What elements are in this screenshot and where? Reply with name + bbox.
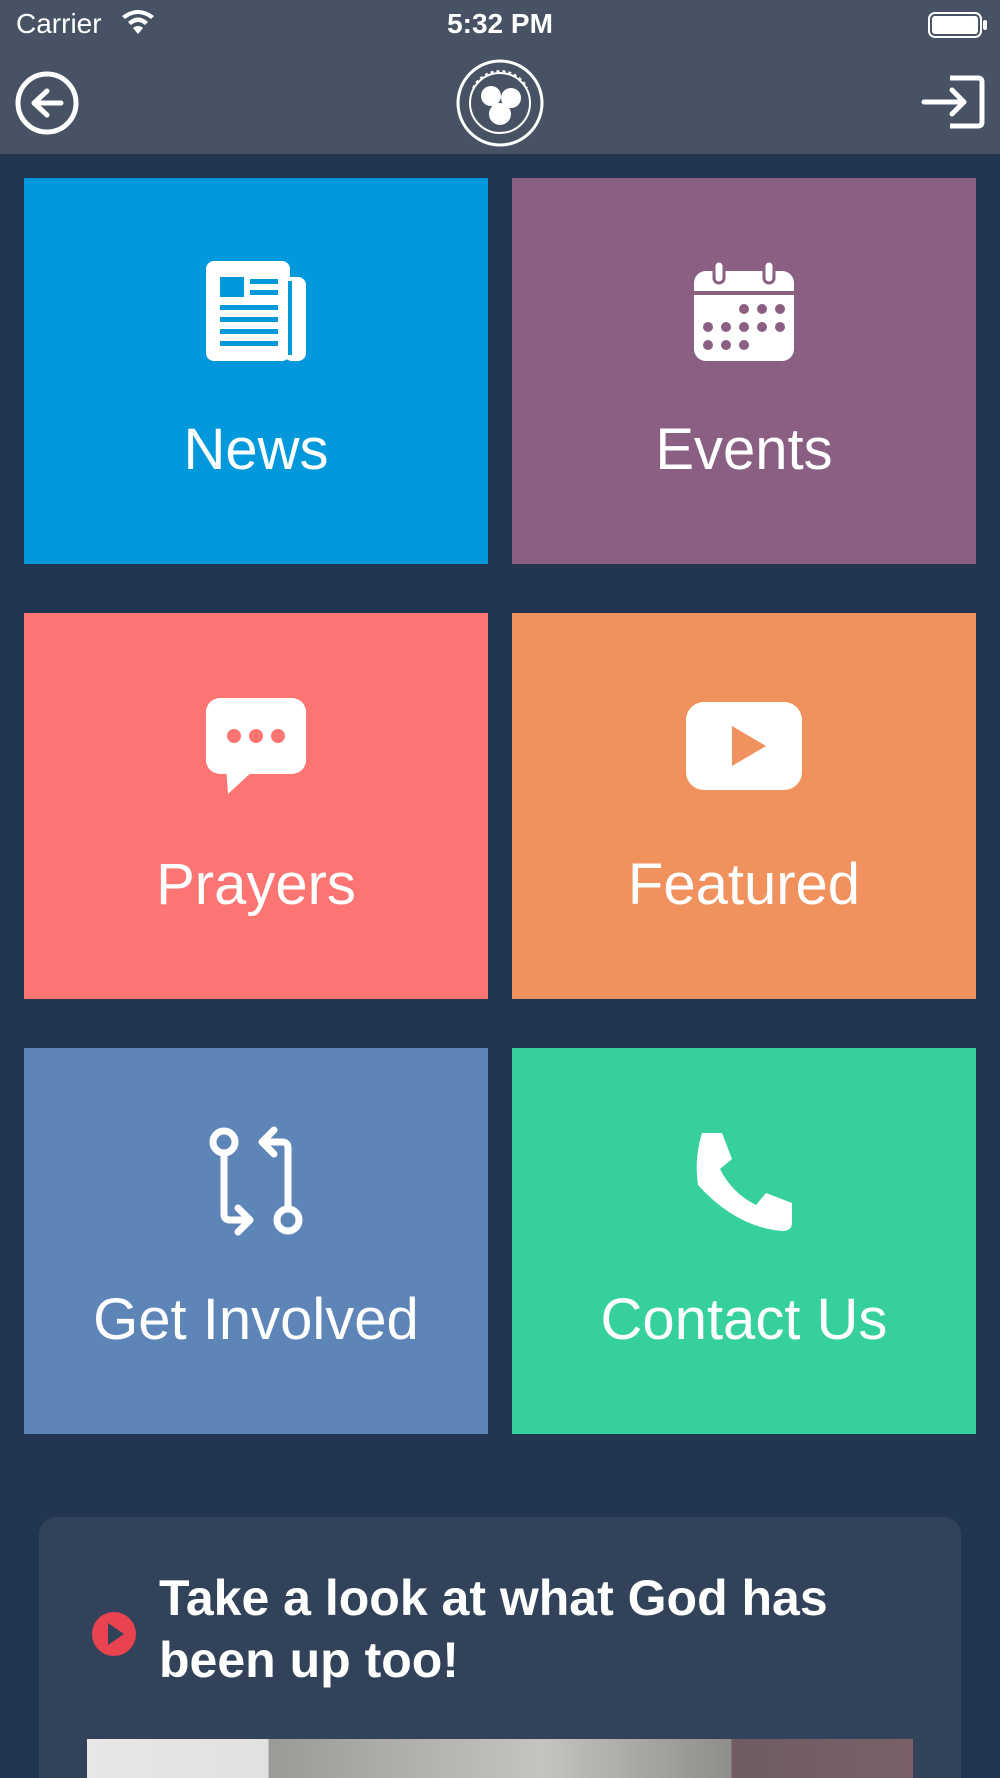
tile-label-prayers: Prayers [156, 852, 356, 917]
promo-title: Take a look at what God has been up too! [159, 1570, 828, 1688]
back-button[interactable] [14, 70, 80, 136]
church-seal-logo-icon [456, 59, 544, 147]
tile-label-events: Events [655, 417, 833, 482]
church-logo [455, 58, 545, 148]
back-arrow-circle-icon [15, 71, 79, 135]
events-tile[interactable]: Events [512, 178, 976, 564]
featured-tile[interactable]: Featured [512, 613, 976, 999]
status-time: 5:32 PM [447, 8, 553, 39]
exchange-arrows-icon [24, 1126, 488, 1236]
battery-icon [928, 12, 988, 43]
status-bar: Carrier 5:32 PM [0, 0, 1000, 50]
calendar-icon [512, 256, 976, 366]
newspaper-icon [24, 256, 488, 366]
contact-us-tile[interactable]: Contact Us [512, 1048, 976, 1434]
top-bar: Carrier 5:32 PM [0, 0, 1000, 154]
tile-label-contact-us: Contact Us [600, 1287, 888, 1352]
news-tile[interactable]: News [24, 178, 488, 564]
chat-bubble-icon [24, 691, 488, 801]
tile-label-get-involved: Get Involved [93, 1287, 419, 1352]
video-thumbnail[interactable] [87, 1739, 913, 1778]
play-video-icon [512, 691, 976, 801]
tile-label-featured: Featured [627, 852, 861, 917]
prayers-tile[interactable]: Prayers [24, 613, 488, 999]
sign-in-icon [921, 75, 985, 129]
phone-icon [512, 1126, 976, 1236]
login-button[interactable] [920, 72, 986, 132]
play-circle-icon [92, 1612, 136, 1656]
get-involved-tile[interactable]: Get Involved [24, 1048, 488, 1434]
promo-card[interactable]: Take a look at what God has been up too! [39, 1517, 961, 1778]
navigation-bar [0, 50, 1000, 154]
tile-label-news: News [183, 417, 329, 482]
